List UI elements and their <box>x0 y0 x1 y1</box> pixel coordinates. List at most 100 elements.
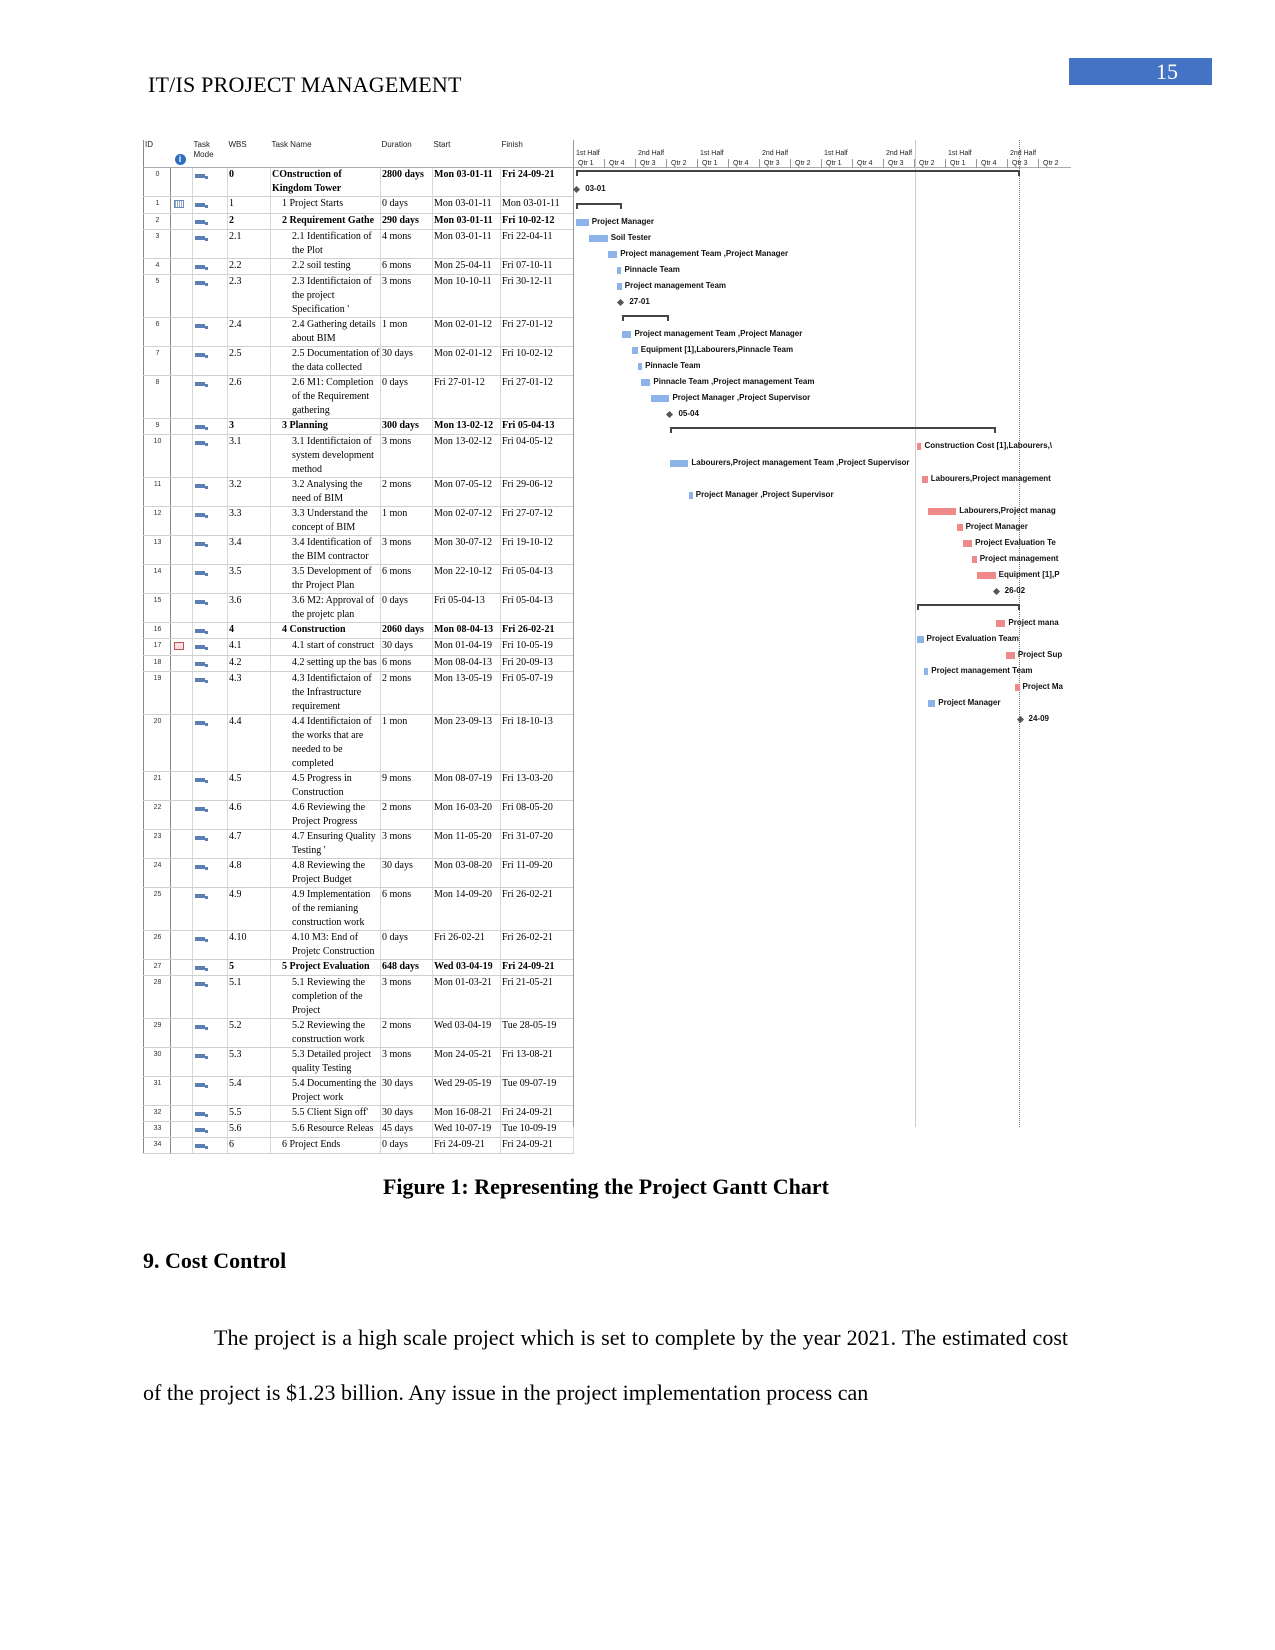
col-info: i <box>170 140 193 168</box>
col-start: Start <box>432 140 501 168</box>
critical-task-bar <box>928 508 957 515</box>
task-mode-cell <box>192 800 228 830</box>
task-finish: Fri 21-05-21 <box>500 975 574 1019</box>
task-duration: 2 mons <box>380 477 433 507</box>
resource-label: Project management <box>979 554 1059 563</box>
task-wbs: 3.5 <box>227 564 271 594</box>
task-finish: Fri 26-02-21 <box>500 930 574 960</box>
task-name: COnstruction of Kingdom Tower <box>270 167 381 197</box>
auto-scheduled-icon <box>195 865 208 870</box>
milestone-diamond <box>992 587 1000 596</box>
task-duration: 45 days <box>380 1121 433 1138</box>
task-wbs: 5.6 <box>227 1121 271 1138</box>
indicator-cell <box>170 638 193 656</box>
task-name: 5.3 Detailed project quality Testing <box>270 1047 381 1077</box>
task-wbs: 2.2 <box>227 258 271 275</box>
task-start: Fri 24-09-21 <box>432 1137 501 1154</box>
resource-label: Equipment [1],P <box>998 570 1060 579</box>
auto-scheduled-icon <box>195 542 208 547</box>
task-bar <box>622 331 632 338</box>
auto-scheduled-icon <box>195 778 208 783</box>
auto-scheduled-icon <box>195 600 208 605</box>
task-finish: Fri 27-01-12 <box>500 375 574 419</box>
task-mode-cell <box>192 959 228 976</box>
task-wbs: 1 <box>227 196 271 214</box>
task-duration: 1 mon <box>380 506 433 536</box>
task-start: Fri 26-02-21 <box>432 930 501 960</box>
task-id: 28 <box>143 975 171 1019</box>
task-duration: 2 mons <box>380 671 433 715</box>
task-wbs: 3.4 <box>227 535 271 565</box>
task-wbs: 2.6 <box>227 375 271 419</box>
milestone-diamond <box>617 298 625 307</box>
task-name: 3 Planning <box>270 418 381 435</box>
task-duration: 30 days <box>380 346 433 376</box>
task-start: Mon 22-10-12 <box>432 564 501 594</box>
resource-label: 05-04 <box>678 409 699 418</box>
task-wbs: 5.3 <box>227 1047 271 1077</box>
task-wbs: 2.5 <box>227 346 271 376</box>
task-finish: Mon 03-01-11 <box>500 196 574 214</box>
task-finish: Fri 08-05-20 <box>500 800 574 830</box>
col-finish: Finish <box>500 140 574 168</box>
task-start: Mon 13-05-19 <box>432 671 501 715</box>
task-mode-cell <box>192 506 228 536</box>
task-start: Mon 13-02-12 <box>432 418 501 435</box>
critical-task-bar <box>962 540 973 547</box>
task-mode-cell <box>192 213 228 230</box>
auto-scheduled-icon <box>195 265 208 270</box>
task-bar <box>917 636 924 643</box>
task-id: 3 <box>143 229 171 259</box>
resource-label: Labourers,Project management <box>930 474 1051 483</box>
task-id: 32 <box>143 1105 171 1122</box>
task-start: Wed 29-05-19 <box>432 1076 501 1106</box>
resource-label: Project management Team <box>931 666 1033 675</box>
task-name: 4.9 Implementation of the remianing cons… <box>270 887 381 931</box>
task-id: 15 <box>143 593 171 623</box>
task-mode-cell <box>192 317 228 347</box>
task-id: 34 <box>143 1137 171 1154</box>
task-name: 2.2 soil testing <box>270 258 381 275</box>
resource-label: Project Manager <box>938 698 1001 707</box>
task-duration: 290 days <box>380 213 433 230</box>
resource-label: Labourers,Project management Team ,Proje… <box>691 458 910 467</box>
task-wbs: 2 <box>227 213 271 230</box>
task-id: 8 <box>143 375 171 419</box>
indicator-cell <box>170 196 193 214</box>
task-finish: Tue 28-05-19 <box>500 1018 574 1048</box>
resource-label: Project management Team ,Project Manager <box>620 249 789 258</box>
task-id: 26 <box>143 930 171 960</box>
auto-scheduled-icon <box>195 836 208 841</box>
task-id: 19 <box>143 671 171 715</box>
task-finish: Fri 05-04-13 <box>500 418 574 435</box>
resource-label: Pinnacle Team <box>624 265 680 274</box>
task-name: 5.4 Documenting the Project work <box>270 1076 381 1106</box>
task-id: 6 <box>143 317 171 347</box>
task-name: 3.3 Understand the concept of BIM <box>270 506 381 536</box>
task-wbs: 4.4 <box>227 714 271 772</box>
critical-task-bar <box>977 572 996 579</box>
task-id: 14 <box>143 564 171 594</box>
task-name: 4.1 start of construct <box>270 638 381 656</box>
task-id: 27 <box>143 959 171 976</box>
task-name: 3.6 M2: Approval of the projetc plan <box>270 593 381 623</box>
task-name: 6 Project Ends <box>270 1137 381 1154</box>
milestone-diamond <box>666 410 674 419</box>
task-name: 3.4 Identification of the BIM contractor <box>270 535 381 565</box>
task-start: Mon 03-01-11 <box>432 167 501 197</box>
task-duration: 1 mon <box>380 317 433 347</box>
task-start: Fri 05-04-13 <box>432 593 501 623</box>
auto-scheduled-icon <box>195 425 208 430</box>
task-mode-cell <box>192 655 228 672</box>
auto-scheduled-icon <box>195 203 208 208</box>
timeline-cell <box>574 1138 1071 1154</box>
task-name: 2.5 Documentation of the data collected <box>270 346 381 376</box>
task-finish: Tue 10-09-19 <box>500 1121 574 1138</box>
task-mode-cell <box>192 346 228 376</box>
task-finish: Fri 24-09-21 <box>500 167 574 197</box>
indicator-cell <box>170 671 193 715</box>
task-wbs: 2.1 <box>227 229 271 259</box>
task-finish: Fri 13-03-20 <box>500 771 574 801</box>
task-name: 3.2 Analysing the need of BIM <box>270 477 381 507</box>
task-finish: Fri 27-01-12 <box>500 317 574 347</box>
